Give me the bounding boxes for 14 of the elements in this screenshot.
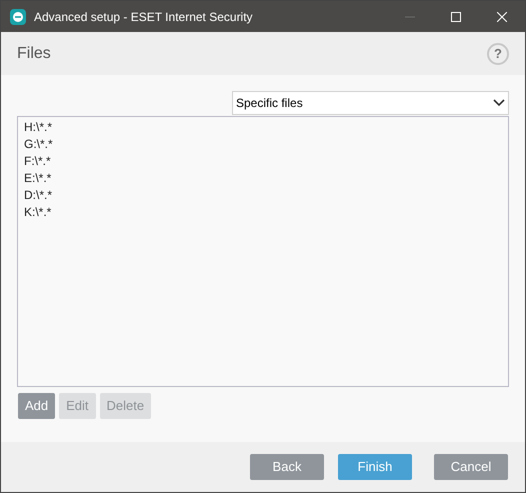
list-item[interactable]: E:\*.* xyxy=(24,170,502,187)
app-logo-icon xyxy=(10,8,26,24)
type-dropdown[interactable]: Specific files xyxy=(232,91,509,115)
list-item[interactable]: F:\*.* xyxy=(24,153,502,170)
maximize-icon xyxy=(451,12,461,22)
help-button[interactable]: ? xyxy=(487,42,509,64)
list-item[interactable]: K:\*.* xyxy=(24,204,502,221)
list-item[interactable]: D:\*.* xyxy=(24,187,502,204)
list-item[interactable]: G:\*.* xyxy=(24,136,502,153)
page-title: Files xyxy=(17,44,51,64)
window-title: Advanced setup - ESET Internet Security xyxy=(34,8,253,26)
list-item[interactable]: H:\*.* xyxy=(24,119,502,136)
close-icon xyxy=(497,12,507,22)
chevron-down-icon xyxy=(493,99,505,107)
